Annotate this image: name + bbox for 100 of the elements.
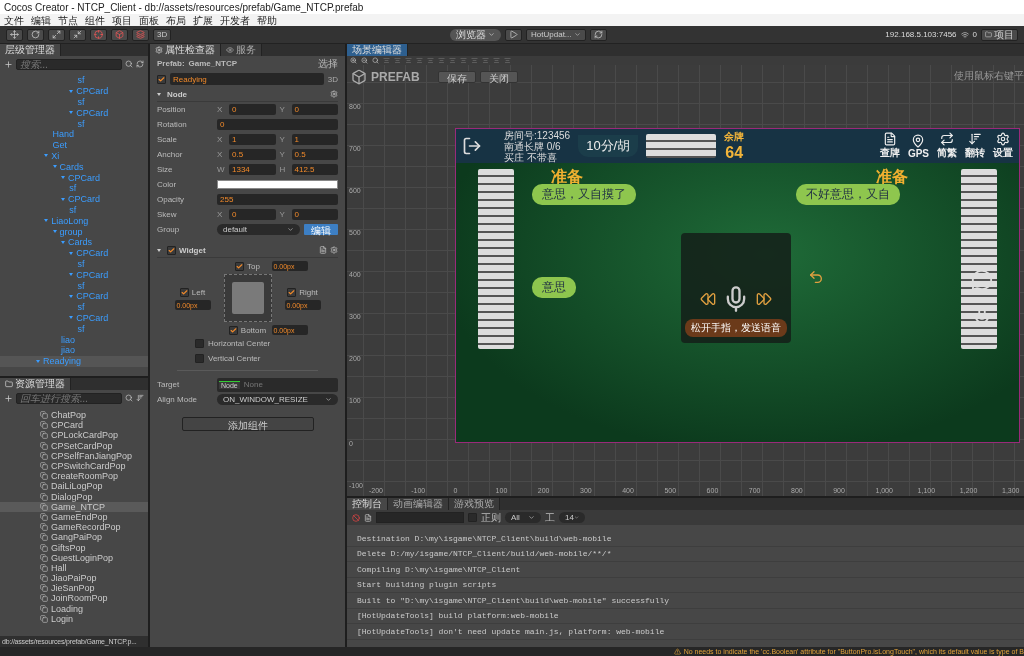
tree-item[interactable]: Cards — [0, 161, 148, 173]
tree-item[interactable]: LiaoLong — [0, 215, 148, 227]
scale-tool-button[interactable] — [48, 28, 65, 41]
search-field[interactable]: 搜索... — [16, 58, 122, 70]
node-name-field[interactable]: Readying — [170, 73, 324, 85]
menu-item[interactable]: 组件 — [85, 14, 105, 26]
search-field[interactable]: 回车进行搜索... — [16, 392, 122, 404]
align-icon[interactable] — [460, 57, 467, 64]
refresh-button[interactable] — [589, 28, 607, 41]
panel-tab[interactable]: 层级管理器 — [0, 44, 61, 56]
expand-caret-icon[interactable] — [69, 111, 74, 115]
log-level-select[interactable]: All — [505, 512, 541, 523]
tree-item[interactable]: sf — [0, 75, 148, 86]
pivot-button[interactable] — [90, 28, 107, 41]
menu-item[interactable]: 项目 — [112, 14, 132, 26]
exit-icon[interactable] — [462, 136, 482, 156]
expand-caret-icon[interactable] — [60, 240, 65, 244]
menu-item[interactable]: 节点 — [58, 14, 78, 26]
expand-caret-icon[interactable] — [52, 165, 57, 169]
expand-caret-icon[interactable] — [69, 251, 74, 255]
number-field[interactable]: 0 — [229, 104, 276, 115]
menu-item[interactable]: 文件 — [4, 14, 24, 26]
tree-item[interactable]: sf — [0, 301, 148, 313]
tree-item[interactable]: CPCard — [0, 247, 148, 259]
expand-caret-icon[interactable] — [44, 219, 49, 223]
color-swatch[interactable] — [217, 180, 338, 189]
search-icon[interactable] — [125, 60, 133, 68]
panel-tab[interactable]: 服务 — [221, 44, 262, 56]
number-field[interactable]: 0.5 — [229, 149, 276, 160]
asset-item[interactable]: CPSwitchCardPop — [0, 460, 148, 472]
number-field[interactable]: 0 — [291, 104, 338, 115]
menu-item[interactable]: 帮助 — [257, 14, 277, 26]
expand-caret-icon[interactable] — [157, 92, 161, 96]
tree-item[interactable]: sf — [0, 96, 148, 108]
game-menu-button[interactable]: 简繁 — [937, 132, 957, 160]
asset-item[interactable]: Game_NTCP — [0, 501, 148, 512]
expand-caret-icon[interactable] — [157, 248, 161, 252]
undo-icon[interactable] — [808, 269, 824, 285]
tree-item[interactable]: Get — [0, 139, 148, 151]
add-icon[interactable] — [4, 59, 13, 69]
asset-item[interactable]: CreateRoomPop — [0, 471, 148, 482]
search-icon[interactable] — [372, 57, 379, 64]
asset-item[interactable]: GuestLoginPop — [0, 552, 148, 563]
document-icon[interactable] — [364, 513, 372, 522]
asset-item[interactable]: CPLockCardPop — [0, 430, 148, 441]
mode-3d-label[interactable]: 3D — [327, 74, 338, 84]
panel-tab[interactable]: 资源管理器 — [0, 378, 71, 390]
tree-item[interactable]: sf — [0, 118, 148, 129]
expand-caret-icon[interactable] — [60, 197, 65, 201]
align-icon[interactable] — [427, 57, 434, 64]
align-icon[interactable] — [449, 57, 456, 64]
tree-item[interactable]: CPCard — [0, 312, 148, 324]
tree-item[interactable]: sf — [0, 182, 148, 194]
sort-icon[interactable] — [136, 394, 144, 402]
panel-tab[interactable]: 游戏预览 — [449, 498, 500, 510]
select-link[interactable]: 选择 — [318, 56, 338, 71]
menu-item[interactable]: 开发者 — [220, 14, 250, 26]
move-tool-button[interactable] — [6, 28, 23, 41]
align-icon[interactable] — [405, 57, 412, 64]
expand-caret-icon[interactable] — [60, 176, 65, 180]
tree-item[interactable]: jiao — [0, 344, 148, 356]
tree-item[interactable]: CPCard — [0, 269, 148, 281]
checkbox[interactable] — [195, 354, 204, 363]
checkbox[interactable] — [195, 339, 204, 348]
rect-tool-button[interactable] — [69, 28, 86, 41]
asset-item[interactable]: GameRecordPop — [0, 522, 148, 533]
font-size-select[interactable]: 14 — [559, 512, 585, 523]
tree-item[interactable]: Hand — [0, 129, 148, 140]
settings-icon[interactable] — [330, 90, 338, 98]
align-icon[interactable] — [438, 57, 445, 64]
panel-tab[interactable]: 场景编辑器 — [347, 44, 408, 56]
expand-caret-icon[interactable] — [36, 359, 40, 363]
refresh-icon[interactable] — [136, 60, 144, 68]
number-field[interactable]: 0.5 — [291, 149, 338, 160]
align-mode-select[interactable]: ON_WINDOW_RESIZE — [217, 394, 338, 405]
rewind-icon[interactable] — [700, 291, 716, 307]
snap-button[interactable] — [132, 28, 149, 41]
asset-item[interactable]: JoinRoomPop — [0, 593, 148, 604]
expand-caret-icon[interactable] — [69, 294, 74, 298]
asset-item[interactable]: GameEndPop — [0, 511, 148, 523]
asset-item[interactable]: CPSetCardPop — [0, 440, 148, 451]
checkbox[interactable] — [235, 261, 245, 271]
group-select[interactable]: default — [217, 224, 300, 235]
tree-item[interactable]: sf — [0, 258, 148, 270]
asset-item[interactable]: Login — [0, 613, 148, 624]
platform-dropdown[interactable]: 浏览器 — [449, 28, 501, 41]
tree-item[interactable]: Xi — [0, 150, 148, 162]
settings-icon[interactable] — [330, 246, 338, 254]
expand-caret-icon[interactable] — [69, 273, 74, 277]
asset-item[interactable]: CPCard — [0, 420, 148, 431]
tree-item[interactable]: sf — [0, 204, 148, 216]
regex-checkbox[interactable] — [468, 513, 477, 522]
scene-dropdown[interactable]: HotUpdat... — [525, 28, 586, 41]
number-field[interactable]: 412.5 — [291, 164, 338, 175]
checkbox[interactable] — [287, 287, 297, 297]
align-icon[interactable] — [471, 57, 478, 64]
component-checkbox[interactable] — [167, 245, 176, 255]
game-menu-button[interactable]: 设置 — [993, 132, 1013, 160]
number-field[interactable]: 255 — [217, 194, 338, 205]
add-component-button[interactable]: 添加组件 — [181, 417, 314, 431]
